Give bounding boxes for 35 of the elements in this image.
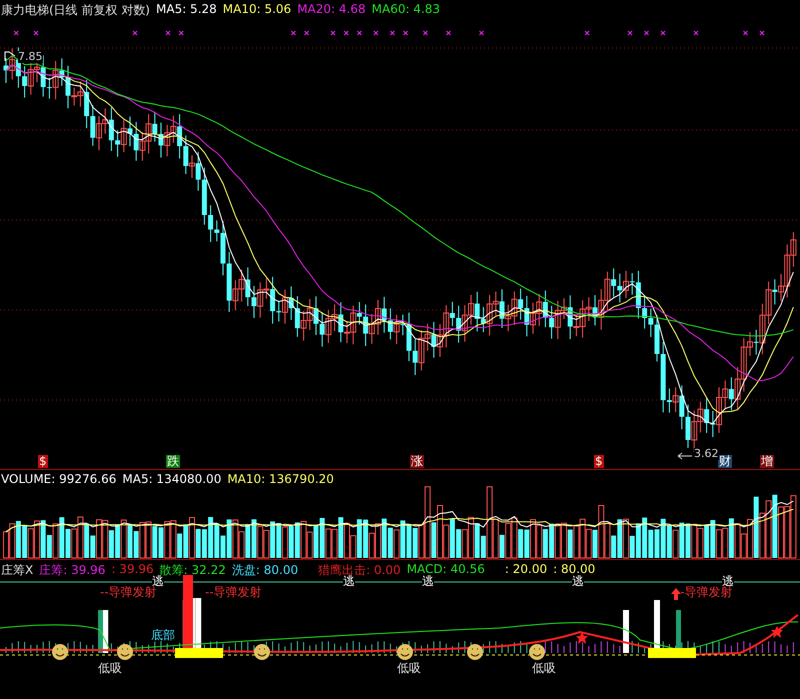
indicator-label: 散筹: 32.22 <box>160 562 226 577</box>
launch-note: --导弹发射 <box>205 586 262 599</box>
chart-title: 康力电梯(日线 前复权 对数) <box>1 2 150 19</box>
buy-note: 低吸 <box>397 662 421 675</box>
buy-note: 低吸 <box>532 662 556 675</box>
moving-average-label: MA5: 5.28 <box>156 2 217 18</box>
signal-badge: 涨 <box>410 455 424 468</box>
indicator-label: 猎鹰出击: 0.00 <box>318 562 401 577</box>
bottom-note: 底部 <box>151 629 175 642</box>
buy-note: 低吸 <box>98 662 122 675</box>
indicator-label: : 39.96 <box>111 562 154 576</box>
indicator-label: 庄筹: 39.96 <box>39 562 106 579</box>
price-label: 3.62 <box>694 448 718 460</box>
price-label: 7.85 <box>18 51 42 63</box>
escape-mark: 逃 <box>152 575 164 588</box>
moving-average-label: MA60: 4.83 <box>372 2 440 18</box>
signal-badge: 财 <box>718 455 732 468</box>
indicator-label: : 20.00 <box>504 562 548 578</box>
launch-note: --导弹发射 <box>100 586 157 599</box>
volume-label: MA5: 134080.00 <box>122 472 222 486</box>
escape-mark: 逃 <box>572 575 584 588</box>
indicator-label: : 80.00 <box>553 562 596 576</box>
signal-badge: $ <box>594 455 604 468</box>
indicator-label: MACD: 40.56 <box>406 562 485 576</box>
escape-mark: 逃 <box>343 575 355 588</box>
escape-mark: 逃 <box>422 575 434 588</box>
signal-badge: 跌 <box>166 455 180 468</box>
indicator-label: 洗盘: 80.00 <box>232 562 298 579</box>
moving-average-label: MA20: 4.68 <box>297 2 366 18</box>
signal-badge: 增 <box>760 455 774 468</box>
volume-label: MA10: 136790.20 <box>227 472 334 486</box>
signal-badge: $ <box>38 455 48 468</box>
moving-average-label: MA10: 5.06 <box>222 2 292 18</box>
volume-label: VOLUME: 99276.66 <box>1 472 116 486</box>
indicator-name: 庄筹X <box>1 562 34 579</box>
